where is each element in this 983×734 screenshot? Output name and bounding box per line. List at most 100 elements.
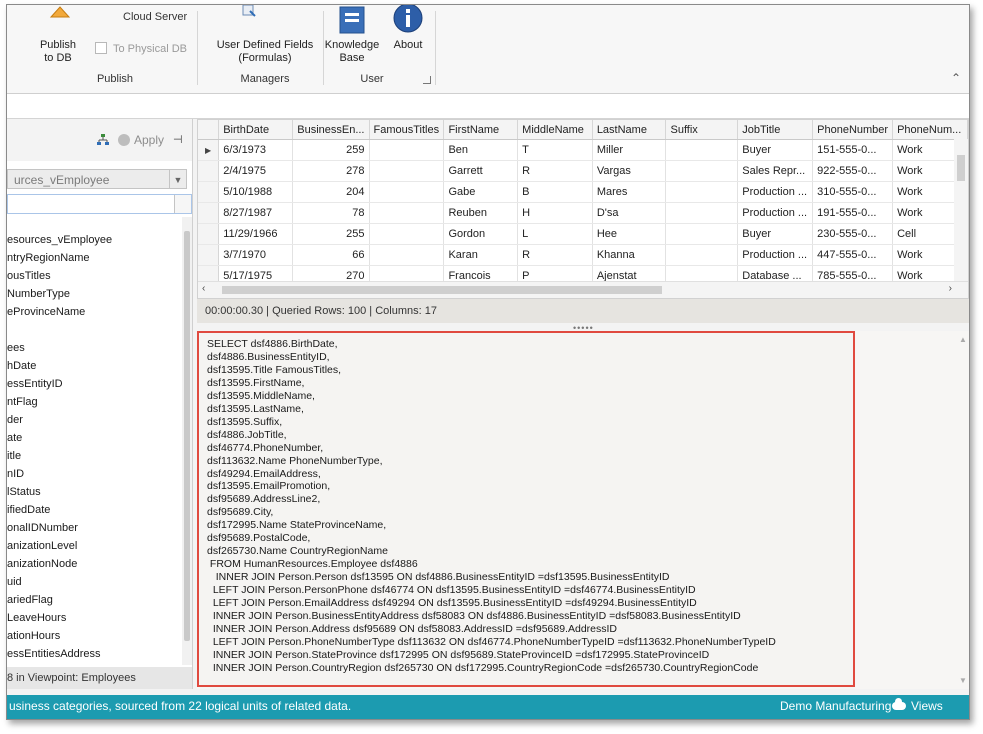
column-header[interactable]: FirstName	[443, 120, 519, 140]
row-indicator[interactable]	[198, 160, 220, 182]
chevron-down-icon[interactable]: ▼	[169, 170, 186, 188]
table-cell[interactable]: 191-555-0...	[812, 202, 894, 224]
tree-item[interactable]: ousTitles	[7, 267, 182, 285]
tree-item[interactable]: onalIDNumber	[7, 519, 182, 537]
tree-item[interactable]: hDate	[7, 357, 182, 375]
table-row[interactable]: 5/10/1988 204 Gabe B Mares Production ... 310-…	[198, 181, 968, 203]
search-button[interactable]	[174, 195, 191, 213]
tree-item[interactable]: lStatus	[7, 483, 182, 501]
table-row[interactable]: 11/29/1966 255 Gordon L Hee Buyer 230-555-0...…	[198, 223, 968, 245]
row-indicator[interactable]	[198, 202, 220, 224]
sql-scrollbar[interactable]: ▲ ▼	[957, 331, 969, 687]
table-cell[interactable]	[369, 160, 445, 182]
tree-item[interactable]: essEntityID	[7, 375, 182, 393]
current-row-indicator-icon[interactable]: ▶	[198, 139, 220, 161]
table-cell[interactable]: Garrett	[443, 160, 519, 182]
tree-item[interactable]: ntryRegionName	[7, 249, 182, 267]
row-indicator[interactable]	[198, 223, 220, 245]
column-header[interactable]: PhoneNumber	[812, 120, 894, 140]
tree-item[interactable]: nID	[7, 465, 182, 483]
hierarchy-icon[interactable]	[97, 134, 109, 145]
table-cell[interactable]: 2/4/1975	[218, 160, 294, 182]
tree-item[interactable]: der	[7, 411, 182, 429]
tree-item[interactable]: ate	[7, 429, 182, 447]
table-cell[interactable]: 310-555-0...	[812, 181, 894, 203]
table-cell[interactable]: L	[517, 223, 593, 245]
row-indicator[interactable]	[198, 244, 220, 266]
tree-item[interactable]: essEntitiesAddress	[7, 645, 182, 661]
publish-to-db-button[interactable]: Publish to DB	[35, 39, 81, 65]
table-cell[interactable]: 922-555-0...	[812, 160, 894, 182]
tree-item[interactable]: ntFlag	[7, 393, 182, 411]
table-cell[interactable]: 66	[292, 244, 370, 266]
column-header[interactable]: LastName	[592, 120, 667, 140]
table-cell[interactable]: Production ...	[737, 202, 814, 224]
scrollbar-thumb[interactable]	[184, 231, 190, 641]
table-cell[interactable]: Reuben	[443, 202, 519, 224]
tree-item[interactable]: NumberType	[7, 285, 182, 303]
table-row[interactable]: 2/4/1975 278 Garrett R Vargas Sales Repr... 92…	[198, 160, 968, 182]
table-cell[interactable]: H	[517, 202, 593, 224]
table-cell[interactable]: 11/29/1966	[218, 223, 294, 245]
table-row[interactable]: 8/27/1987 78 Reuben H D'sa Production ... 191-…	[198, 202, 968, 224]
column-header[interactable]: FamousTitles	[369, 120, 445, 140]
tree-scrollbar[interactable]	[182, 217, 192, 665]
table-cell[interactable]	[665, 223, 739, 245]
grid-vertical-scrollbar[interactable]	[954, 139, 968, 281]
table-cell[interactable]: Vargas	[592, 160, 667, 182]
table-cell[interactable]	[369, 139, 445, 161]
tree-item[interactable]: LeaveHours	[7, 609, 182, 627]
table-cell[interactable]: Gordon	[443, 223, 519, 245]
table-row[interactable]: ▶ 6/3/1973 259 Ben T Miller Buyer 151-555-0... W…	[198, 139, 968, 161]
table-cell[interactable]: Hee	[592, 223, 667, 245]
column-header[interactable]: JobTitle	[737, 120, 814, 140]
table-cell[interactable]: Ben	[443, 139, 519, 161]
table-cell[interactable]: B	[517, 181, 593, 203]
tree-item[interactable]: anizationLevel	[7, 537, 182, 555]
table-cell[interactable]: R	[517, 160, 593, 182]
table-cell[interactable]: 6/3/1973	[218, 139, 294, 161]
tree-item[interactable]	[7, 321, 182, 339]
tree-item[interactable]: ariedFlag	[7, 591, 182, 609]
cloud-server-option[interactable]: Cloud Server	[123, 11, 187, 24]
tree-item[interactable]: ifiedDate	[7, 501, 182, 519]
column-header[interactable]: PhoneNum...	[892, 120, 968, 140]
collapse-ribbon-icon[interactable]: ⌃	[951, 71, 961, 85]
table-cell[interactable]: 259	[292, 139, 370, 161]
tree-item[interactable]: uid	[7, 573, 182, 591]
views-button[interactable]: Views	[892, 695, 943, 717]
pin-icon[interactable]: ⊣	[173, 133, 183, 146]
table-cell[interactable]: Karan	[443, 244, 519, 266]
table-cell[interactable]: D'sa	[592, 202, 667, 224]
table-cell[interactable]	[665, 202, 739, 224]
table-cell[interactable]: T	[517, 139, 593, 161]
table-cell[interactable]: 447-555-0...	[812, 244, 894, 266]
tree-item[interactable]: anizationNode	[7, 555, 182, 573]
column-header[interactable]: BirthDate	[218, 120, 294, 140]
model-name[interactable]: Demo Manufacturing	[780, 695, 891, 717]
table-row[interactable]: 3/7/1970 66 Karan R Khanna Production ... 447-…	[198, 244, 968, 266]
user-defined-fields-button[interactable]: User Defined Fields (Formulas)	[211, 39, 319, 65]
table-cell[interactable]: Mares	[592, 181, 667, 203]
apply-button[interactable]: Apply	[118, 133, 164, 147]
table-cell[interactable]: Production ...	[737, 244, 814, 266]
table-cell[interactable]: 5/10/1988	[218, 181, 294, 203]
knowledge-base-button[interactable]: Knowledge Base	[323, 39, 381, 65]
scrollbar-thumb[interactable]	[222, 286, 662, 294]
table-cell[interactable]	[665, 160, 739, 182]
checkbox-box[interactable]	[95, 42, 107, 54]
table-cell[interactable]	[369, 181, 445, 203]
table-cell[interactable]: Production ...	[737, 181, 814, 203]
table-cell[interactable]	[369, 223, 445, 245]
table-cell[interactable]: 230-555-0...	[812, 223, 894, 245]
scroll-right-icon[interactable]: ›	[949, 283, 952, 294]
table-cell[interactable]: 278	[292, 160, 370, 182]
table-cell[interactable]: 78	[292, 202, 370, 224]
column-header[interactable]: MiddleName	[517, 120, 593, 140]
sql-editor[interactable]: SELECT dsf4886.BirthDate, dsf4886.Busine…	[197, 331, 855, 687]
tree-item[interactable]: esources_vEmployee	[7, 231, 182, 249]
scroll-down-icon[interactable]: ▼	[959, 676, 967, 685]
table-cell[interactable]: 8/27/1987	[218, 202, 294, 224]
tree-item[interactable]: ationHours	[7, 627, 182, 645]
table-cell[interactable]	[369, 244, 445, 266]
